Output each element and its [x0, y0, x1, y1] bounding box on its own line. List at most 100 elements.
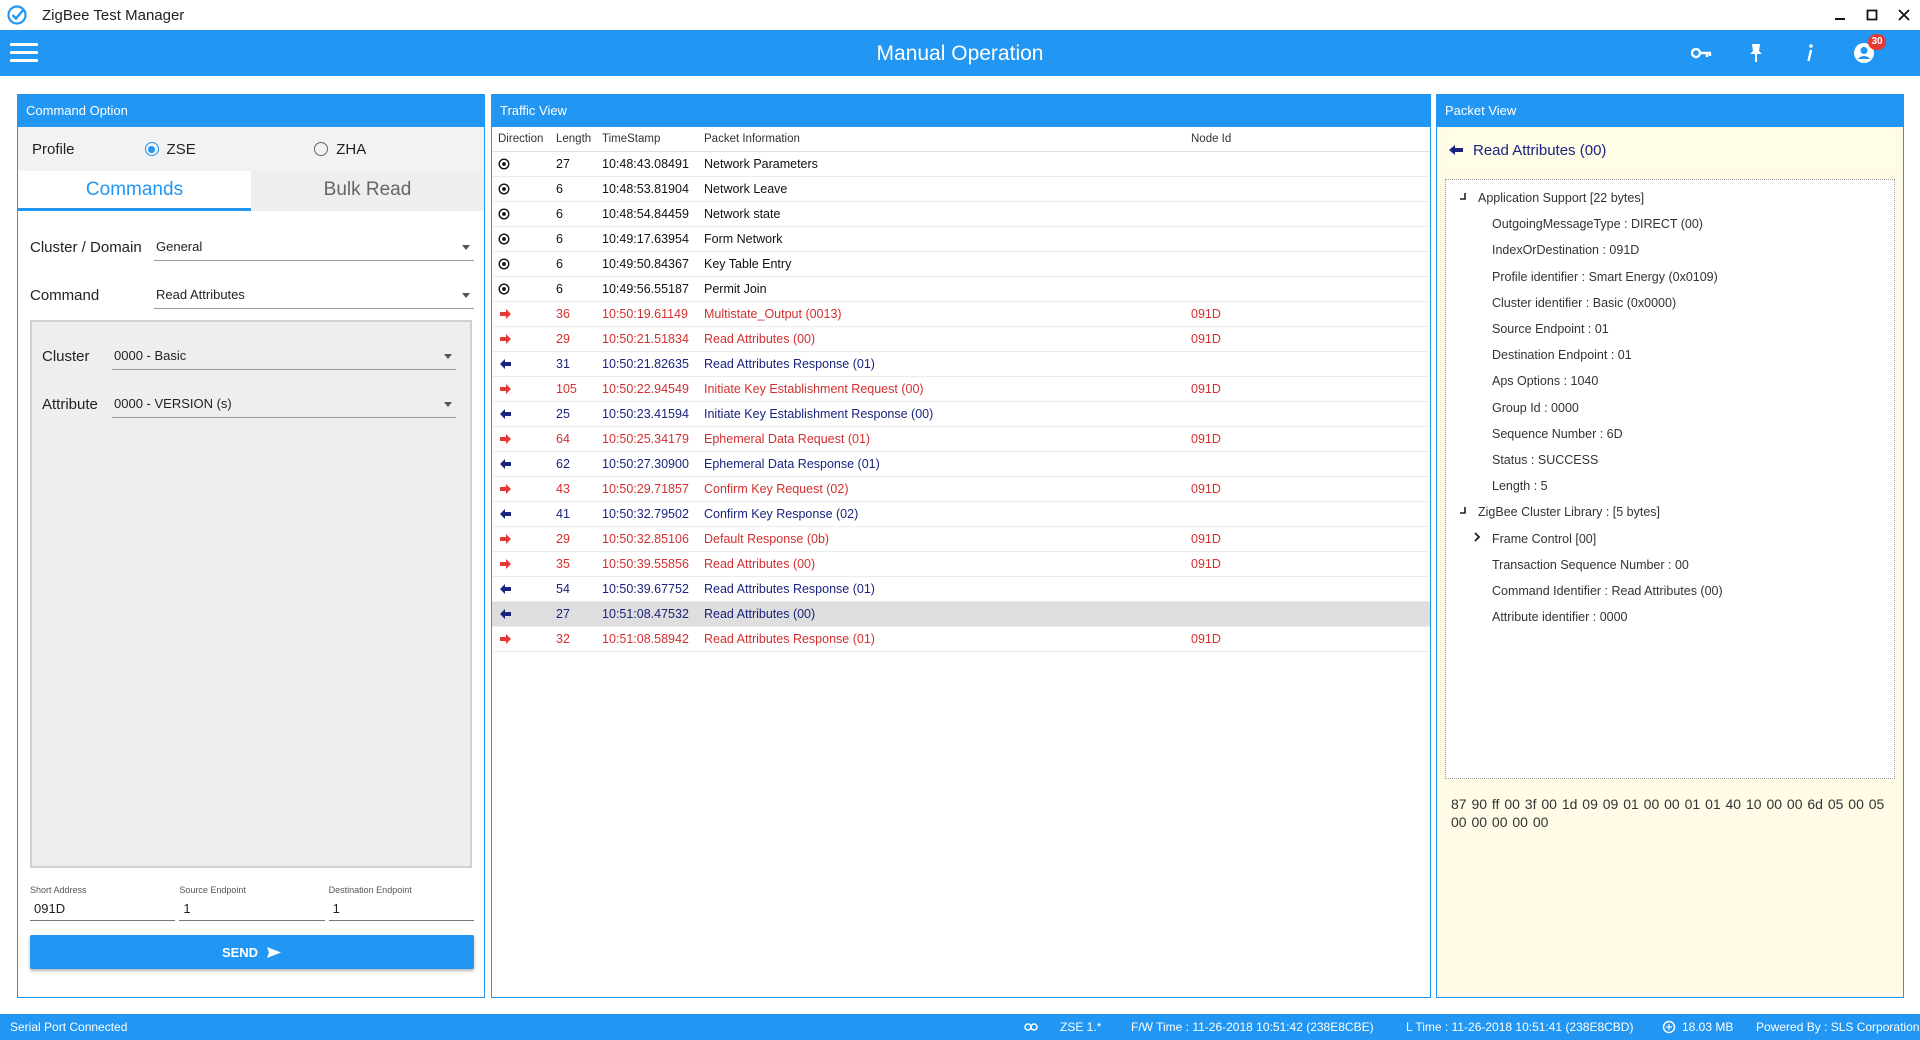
traffic-node-id: [1185, 451, 1430, 477]
traffic-row[interactable]: 62 10:50:27.30900 Ephemeral Data Response …: [492, 451, 1430, 477]
destination-endpoint-input[interactable]: 1: [328, 899, 474, 921]
profile-version: ZSE 1.*: [1060, 1020, 1102, 1034]
minimize-button[interactable]: [1824, 0, 1856, 30]
traffic-node-id: [1185, 201, 1430, 227]
traffic-timestamp: 10:50:29.71857: [596, 476, 698, 502]
collapse-icon[interactable]: [1458, 502, 1470, 522]
profile-radio-zse[interactable]: ZSE: [144, 141, 315, 158]
packet-tree-node[interactable]: Application Support [22 bytes]: [1478, 188, 1644, 208]
traffic-direction: [492, 151, 550, 177]
traffic-row[interactable]: 6 10:48:54.84459 Network state: [492, 201, 1430, 227]
outgoing-arrow-icon: [500, 384, 511, 395]
tab-bulk-read[interactable]: Bulk Read: [251, 171, 484, 211]
cluster-domain-select[interactable]: General: [154, 233, 474, 261]
traffic-row[interactable]: 41 10:50:32.79502 Confirm Key Response (02…: [492, 501, 1430, 527]
traffic-timestamp: 10:48:54.84459: [596, 201, 698, 227]
destination-endpoint-label: Destination Endpoint: [328, 885, 412, 895]
info-button[interactable]: [1794, 38, 1826, 68]
traffic-timestamp: 10:51:08.47532: [596, 601, 698, 627]
outgoing-arrow-icon: [500, 484, 511, 495]
traffic-row[interactable]: 35 10:50:39.55856 Read Attributes (00) 091D: [492, 551, 1430, 577]
short-address-label: Short Address: [30, 885, 87, 895]
traffic-timestamp: 10:50:22.94549: [596, 376, 698, 402]
send-icon: [267, 946, 282, 958]
traffic-info: Initiate Key Establishment Request (00): [698, 376, 1185, 402]
key-button[interactable]: [1686, 38, 1718, 68]
command-select[interactable]: Read Attributes: [154, 281, 474, 309]
packet-tree-node: OutgoingMessageType : DIRECT (00): [1492, 217, 1703, 232]
local-time: L Time : 11-26-2018 10:51:41 (238E8CBD): [1406, 1020, 1634, 1034]
traffic-row[interactable]: 29 10:50:32.85106 Default Response (0b) 091…: [492, 526, 1430, 552]
outgoing-arrow-icon: [500, 559, 511, 570]
address-row: Short Address 091D Source Endpoint 1 Des…: [30, 885, 474, 921]
packet-tree-node: Sequence Number : 6D: [1492, 426, 1623, 441]
maximize-button[interactable]: [1856, 0, 1888, 30]
traffic-length: 32: [550, 626, 596, 652]
traffic-row[interactable]: 36 10:50:19.61149 Multistate_Output (0013)…: [492, 301, 1430, 327]
traffic-row[interactable]: 6 10:48:53.81904 Network Leave: [492, 176, 1430, 202]
traffic-row[interactable]: 43 10:50:29.71857 Confirm Key Request (02)…: [492, 476, 1430, 502]
traffic-timestamp: 10:50:39.67752: [596, 576, 698, 602]
column-node-id[interactable]: Node Id: [1185, 127, 1430, 152]
command-label: Command: [30, 286, 100, 304]
cluster-select[interactable]: 0000 - Basic: [112, 342, 456, 370]
traffic-timestamp: 10:49:50.84367: [596, 251, 698, 277]
traffic-table: Direction Length TimeStamp Packet Inform…: [492, 127, 1430, 652]
attribute-label: Attribute: [42, 395, 98, 413]
traffic-row[interactable]: 105 10:50:22.94549 Initiate Key Establishm…: [492, 376, 1430, 402]
traffic-direction: [492, 226, 550, 252]
column-packet-information[interactable]: Packet Information: [698, 127, 1185, 152]
pin-button[interactable]: [1740, 38, 1772, 68]
packet-tree-node[interactable]: ZigBee Cluster Library : [5 bytes]: [1478, 502, 1660, 522]
account-button[interactable]: 30: [1848, 34, 1886, 68]
packet-view-body: Read Attributes (00) Application Support…: [1437, 127, 1903, 997]
source-endpoint-input[interactable]: 1: [179, 899, 325, 921]
traffic-info: Key Table Entry: [698, 251, 1185, 277]
traffic-timestamp: 10:50:23.41594: [596, 401, 698, 427]
traffic-row[interactable]: 25 10:50:23.41594 Initiate Key Establishme…: [492, 401, 1430, 427]
column-direction[interactable]: Direction: [492, 127, 550, 152]
packet-tree[interactable]: Application Support [22 bytes] OutgoingMe…: [1445, 179, 1895, 779]
traffic-node-id: [1185, 576, 1430, 602]
traffic-info: Read Attributes Response (01): [698, 351, 1185, 377]
column-length[interactable]: Length: [550, 127, 596, 152]
traffic-info: Read Attributes Response (01): [698, 576, 1185, 602]
chevron-right-icon[interactable]: [1472, 529, 1484, 549]
incoming-arrow-icon: [500, 584, 511, 595]
collapse-icon[interactable]: [1458, 188, 1470, 208]
traffic-table-header: Direction Length TimeStamp Packet Inform…: [492, 127, 1430, 152]
traffic-row[interactable]: 54 10:50:39.67752 Read Attributes Response…: [492, 576, 1430, 602]
close-button[interactable]: [1888, 0, 1920, 30]
tab-commands[interactable]: Commands: [18, 171, 251, 211]
traffic-direction: [492, 626, 550, 652]
traffic-row[interactable]: 31 10:50:21.82635 Read Attributes Response…: [492, 351, 1430, 377]
outgoing-arrow-icon: [500, 434, 511, 445]
traffic-info: Initiate Key Establishment Response (00): [698, 401, 1185, 427]
key-icon: [1691, 47, 1712, 59]
traffic-info: Form Network: [698, 226, 1185, 252]
traffic-row[interactable]: 27 10:48:43.08491 Network Parameters: [492, 151, 1430, 177]
traffic-row[interactable]: 27 10:51:08.47532 Read Attributes (00): [492, 601, 1430, 627]
attribute-select[interactable]: 0000 - VERSION (s): [112, 390, 456, 418]
column-timestamp[interactable]: TimeStamp: [596, 127, 698, 152]
command-tabs: Commands Bulk Read: [18, 171, 484, 211]
traffic-row[interactable]: 6 10:49:56.55187 Permit Join: [492, 276, 1430, 302]
traffic-row[interactable]: 29 10:50:21.51834 Read Attributes (00) 091D: [492, 326, 1430, 352]
traffic-timestamp: 10:48:43.08491: [596, 151, 698, 177]
packet-tree-node[interactable]: Frame Control [00]: [1492, 529, 1596, 549]
send-button[interactable]: SEND: [30, 935, 474, 969]
system-message-icon: [498, 233, 510, 245]
short-address-input[interactable]: 091D: [30, 899, 176, 921]
traffic-length: 27: [550, 601, 596, 627]
traffic-node-id: 091D: [1185, 626, 1430, 652]
status-bar: Serial Port Connected ZSE 1.* F/W Time :…: [0, 1014, 1920, 1040]
traffic-row[interactable]: 6 10:49:17.63954 Form Network: [492, 226, 1430, 252]
source-endpoint-label: Source Endpoint: [179, 885, 246, 895]
traffic-row[interactable]: 64 10:50:25.34179 Ephemeral Data Request (…: [492, 426, 1430, 452]
packet-view-panel: Packet View Read Attributes (00) Applica…: [1436, 94, 1904, 998]
traffic-row[interactable]: 32 10:51:08.58942 Read Attributes Response…: [492, 626, 1430, 652]
traffic-row[interactable]: 6 10:49:50.84367 Key Table Entry: [492, 251, 1430, 277]
traffic-length: 29: [550, 326, 596, 352]
profile-radio-zha[interactable]: ZHA: [314, 141, 484, 158]
packet-hex-dump: 87 90 ff 00 3f 00 1d 09 09 01 00 00 01 0…: [1451, 796, 1885, 830]
